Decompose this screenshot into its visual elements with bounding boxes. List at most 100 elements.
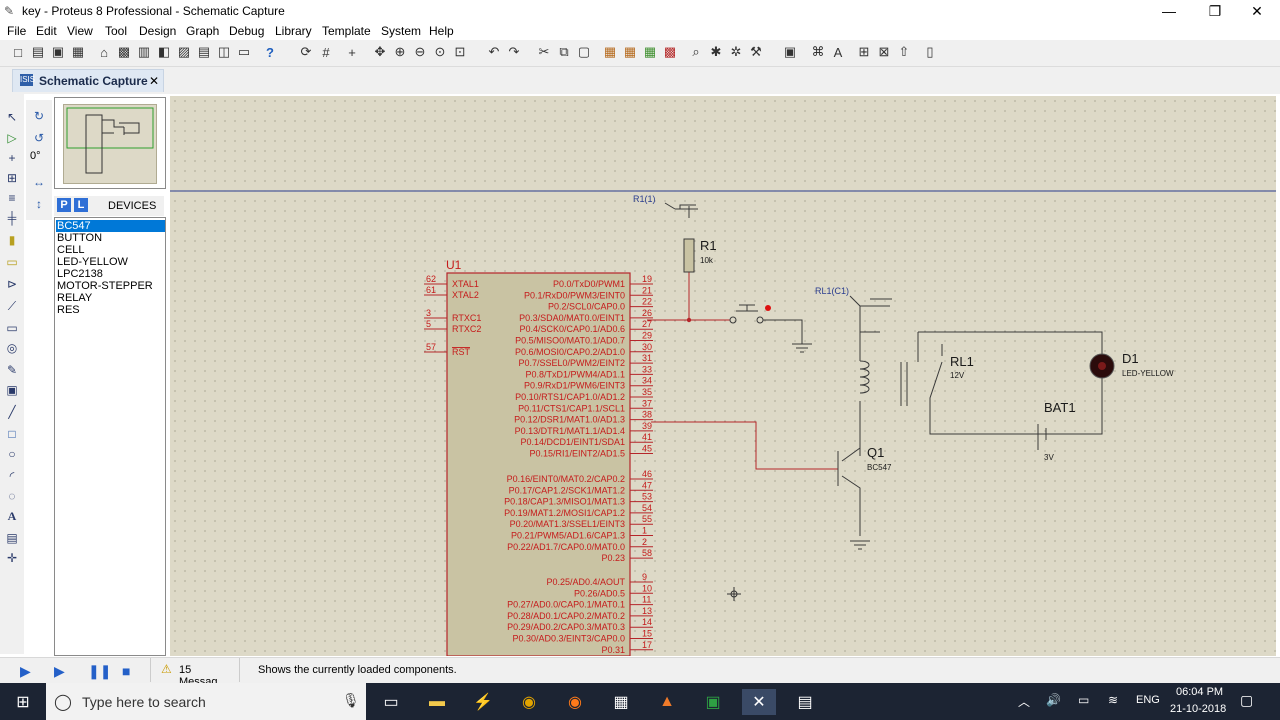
schematic-canvas[interactable]: U1 62 XTAL1 61 XTAL2 3 RTXC1 5 RTXC2 57 RST 19 P0.… <box>170 96 1276 656</box>
maximize-button[interactable]: ❐ <box>1192 0 1238 22</box>
home-icon[interactable]: ⌂ <box>96 44 112 60</box>
clock-date[interactable]: 21-10-2018 <box>1170 703 1226 715</box>
firefox-icon[interactable]: ◉ <box>562 689 588 715</box>
zoom-out-icon[interactable]: ⊖ <box>412 44 428 60</box>
wifi-icon[interactable]: ≋ <box>1108 693 1118 707</box>
make-device-icon[interactable]: ✱ <box>708 44 724 60</box>
buses-icon[interactable]: ╪ <box>4 210 20 226</box>
line-icon[interactable]: ╱ <box>4 404 20 420</box>
exit-to-parent-icon[interactable]: ⇧ <box>896 44 912 60</box>
proteus-taskbar-icon[interactable]: ✕ <box>742 689 776 715</box>
gerber-icon[interactable]: ◧ <box>156 44 172 60</box>
battery-icon[interactable]: ▭ <box>1078 693 1089 707</box>
refresh-icon[interactable]: ⟳ <box>298 44 314 60</box>
block-rotate-icon[interactable]: ▦ <box>642 44 658 60</box>
virtual-instruments-icon[interactable]: ▣ <box>4 382 20 398</box>
component-mode-icon[interactable]: ▷ <box>4 130 20 146</box>
text-icon[interactable]: A <box>4 508 20 524</box>
zoom-all-icon[interactable]: ⊙ <box>432 44 448 60</box>
keil-icon[interactable]: ▣ <box>700 689 726 715</box>
bom-icon[interactable]: ▤ <box>196 44 212 60</box>
generator-icon[interactable]: ◎ <box>4 340 20 356</box>
mirror-y-icon[interactable]: ↕ <box>31 196 47 212</box>
pick-devices-button[interactable]: P <box>57 198 71 212</box>
wire-autorouter-icon[interactable]: ▣ <box>782 44 798 60</box>
matlab-icon[interactable]: ▲ <box>654 689 680 715</box>
graph-icon[interactable]: ⟋ <box>4 298 20 314</box>
minimize-button[interactable]: — <box>1146 0 1192 22</box>
symbol-icon[interactable]: ▤ <box>4 530 20 546</box>
messages-button[interactable]: ⚠ 15 Messag... <box>150 658 240 688</box>
volume-icon[interactable]: 🔊 <box>1046 693 1061 707</box>
device-item-motor-stepper[interactable]: MOTOR-STEPPER <box>56 280 165 292</box>
chrome-icon[interactable]: ◉ <box>516 689 542 715</box>
paste-icon[interactable]: ▢ <box>576 44 592 60</box>
device-item-relay[interactable]: RELAY <box>56 292 165 304</box>
menu-design[interactable]: Design <box>139 24 176 38</box>
origin-icon[interactable]: + <box>344 44 360 60</box>
play-icon[interactable]: ▶ <box>20 663 31 680</box>
new-sheet-icon[interactable]: ⊞ <box>856 44 872 60</box>
zoom-area-icon[interactable]: ⊡ <box>452 44 468 60</box>
menu-tool[interactable]: Tool <box>105 24 127 38</box>
open-folder-icon[interactable]: ▤ <box>30 44 46 60</box>
remove-sheet-icon[interactable]: ⊠ <box>876 44 892 60</box>
undo-icon[interactable]: ↶ <box>486 44 502 60</box>
menu-view[interactable]: View <box>67 24 93 38</box>
path-icon[interactable]: ◌ <box>4 488 20 504</box>
netlist-icon[interactable]: ▯ <box>922 44 938 60</box>
mirror-x-icon[interactable]: ↔ <box>31 174 47 190</box>
decompose-icon[interactable]: ⚒ <box>748 44 764 60</box>
device-pins-icon[interactable]: ⊳ <box>4 276 20 292</box>
step-icon[interactable]: ▶ <box>54 663 65 680</box>
help-icon[interactable]: ? <box>262 44 278 60</box>
zoom-in-icon[interactable]: ⊕ <box>392 44 408 60</box>
save-icon[interactable]: ▣ <box>50 44 66 60</box>
clock-time[interactable]: 06:04 PM <box>1176 686 1223 698</box>
arc-icon[interactable]: ◜ <box>4 468 20 484</box>
junction-icon[interactable]: + <box>4 150 20 166</box>
copy-icon[interactable]: ⧉ <box>556 44 572 60</box>
search-tag-icon[interactable]: ⌘ <box>810 44 826 60</box>
close-button[interactable]: ✕ <box>1234 0 1280 22</box>
block-delete-icon[interactable]: ▩ <box>662 44 678 60</box>
library-manager-button[interactable]: L <box>74 198 88 212</box>
device-item-bc547[interactable]: BC547 <box>56 220 165 232</box>
menu-edit[interactable]: Edit <box>36 24 57 38</box>
source-code-icon[interactable]: ◫ <box>216 44 232 60</box>
start-windows-icon[interactable]: ⊞ <box>10 689 36 715</box>
rotation-angle[interactable]: 0° <box>30 150 41 162</box>
terminals-icon[interactable]: ▭ <box>4 254 20 270</box>
voltage-probe-icon[interactable]: ✎ <box>4 362 20 378</box>
package-tool-icon[interactable]: ✲ <box>728 44 744 60</box>
text-script-icon[interactable]: ≡ <box>4 190 20 206</box>
device-item-led-yellow[interactable]: LED-YELLOW <box>56 256 165 268</box>
menu-system[interactable]: System <box>381 24 421 38</box>
new-file-icon[interactable]: □ <box>10 44 26 60</box>
device-item-button[interactable]: BUTTON <box>56 232 165 244</box>
rotate-anticlockwise-icon[interactable]: ↺ <box>31 130 47 146</box>
pause-icon[interactable]: ❚❚ <box>88 663 111 680</box>
property-assign-icon[interactable]: A <box>830 44 846 60</box>
device-item-cell[interactable]: CELL <box>56 244 165 256</box>
pick-device-icon[interactable]: ⌕ <box>688 44 704 60</box>
device-item-res[interactable]: RES <box>56 304 165 316</box>
task-view-icon[interactable]: ▭ <box>378 689 404 715</box>
app-lightning-icon[interactable]: ⚡ <box>470 689 496 715</box>
design-explorer-icon[interactable]: ▭ <box>236 44 252 60</box>
menu-file[interactable]: File <box>7 24 26 38</box>
redo-icon[interactable]: ↷ <box>506 44 522 60</box>
block-copy-icon[interactable]: ▦ <box>602 44 618 60</box>
rotate-clockwise-icon[interactable]: ↻ <box>31 108 47 124</box>
circle-icon[interactable]: ○ <box>4 446 20 462</box>
calculator-icon[interactable]: ▦ <box>608 689 634 715</box>
tape-recorder-icon[interactable]: ▭ <box>4 320 20 336</box>
block-move-icon[interactable]: ▦ <box>622 44 638 60</box>
stop-icon[interactable]: ■ <box>122 663 130 679</box>
box-icon[interactable]: □ <box>4 426 20 442</box>
pcb-icon[interactable]: ▥ <box>136 44 152 60</box>
overview-window[interactable] <box>54 97 166 189</box>
file-explorer-icon[interactable]: ▬ <box>424 689 450 715</box>
cut-icon[interactable]: ✂ <box>536 44 552 60</box>
save-all-icon[interactable]: ▦ <box>70 44 86 60</box>
